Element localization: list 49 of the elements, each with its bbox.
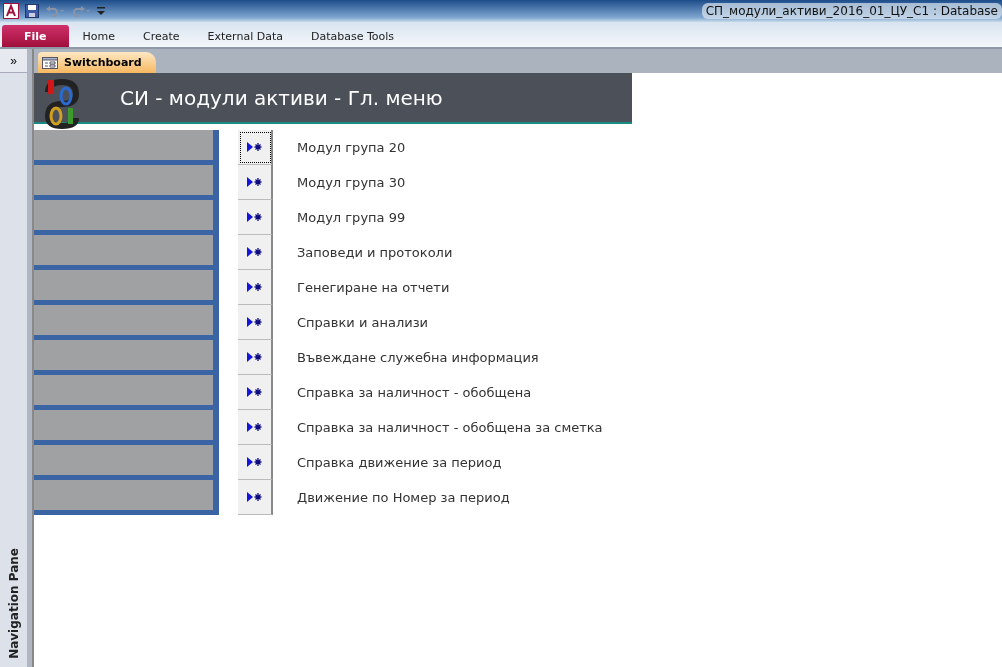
ribbon-tab[interactable]: File xyxy=(2,25,69,47)
menu-item-button[interactable] xyxy=(238,340,273,375)
menu-item-button[interactable] xyxy=(238,445,273,480)
menu-item-label: Справки и анализи xyxy=(297,315,429,330)
expand-button[interactable]: » xyxy=(0,49,27,73)
menu-item-label: Заповеди и протоколи xyxy=(297,245,453,260)
arrow-star-icon xyxy=(246,212,263,222)
binary-digits-logo-icon xyxy=(44,77,80,130)
arrow-star-icon xyxy=(246,247,263,257)
ribbon-tab[interactable]: Home xyxy=(68,25,129,47)
document-tab-label: Switchboard xyxy=(64,56,142,69)
menu-item-button[interactable] xyxy=(238,200,273,235)
window-title: СП_модули_активи_2016_01_ЦУ_С1 : Database xyxy=(701,3,1002,19)
menu-item-label: Генегиране на отчети xyxy=(297,280,450,295)
menu-item-button[interactable] xyxy=(238,480,273,515)
form-title: СИ - модули активи - Гл. меню xyxy=(120,85,443,110)
arrow-star-icon xyxy=(246,352,263,362)
save-icon[interactable] xyxy=(25,4,39,18)
menu-item-button[interactable] xyxy=(238,130,273,165)
menu-item-label: Движение по Номер за период xyxy=(297,490,510,505)
menu-item-label: Справка движение за период xyxy=(297,455,502,470)
menu-item-button[interactable] xyxy=(238,270,273,305)
form-icon xyxy=(42,56,58,69)
menu-item-label: Модул група 20 xyxy=(297,140,406,155)
menu-item-button[interactable] xyxy=(238,165,273,200)
arrow-star-icon xyxy=(246,317,263,327)
menu-item-label: Модул група 99 xyxy=(297,210,406,225)
arrow-star-icon xyxy=(246,177,263,187)
ribbon-tab[interactable]: Database Tools xyxy=(296,25,409,47)
menu-item-button[interactable] xyxy=(238,305,273,340)
menu-item-button[interactable] xyxy=(238,235,273,270)
arrow-star-icon xyxy=(246,492,263,502)
menu-item-button[interactable] xyxy=(238,410,273,445)
arrow-star-icon xyxy=(246,457,263,467)
menu-item-label: Справка за наличност - обобщена xyxy=(297,385,532,400)
customize-dropdown-icon[interactable] xyxy=(97,6,105,16)
navigation-pane-label[interactable]: Navigation Pane xyxy=(6,548,21,659)
menu-item-label: Въвеждане служебна информация xyxy=(297,350,539,365)
menu-item-label: Модул група 30 xyxy=(297,175,406,190)
arrow-star-icon xyxy=(246,422,263,432)
menu-item-button[interactable] xyxy=(238,375,273,410)
ribbon-tab[interactable]: Create xyxy=(129,25,194,47)
document-tab[interactable]: Switchboard xyxy=(38,52,156,73)
app-logo-icon[interactable] xyxy=(3,3,19,19)
arrow-star-icon xyxy=(246,387,263,397)
ribbon-tab[interactable]: External Data xyxy=(193,25,297,47)
arrow-star-icon xyxy=(246,142,263,152)
arrow-star-icon xyxy=(246,282,263,292)
menu-item-label: Справка за наличност - обобщена за сметка xyxy=(297,420,603,435)
